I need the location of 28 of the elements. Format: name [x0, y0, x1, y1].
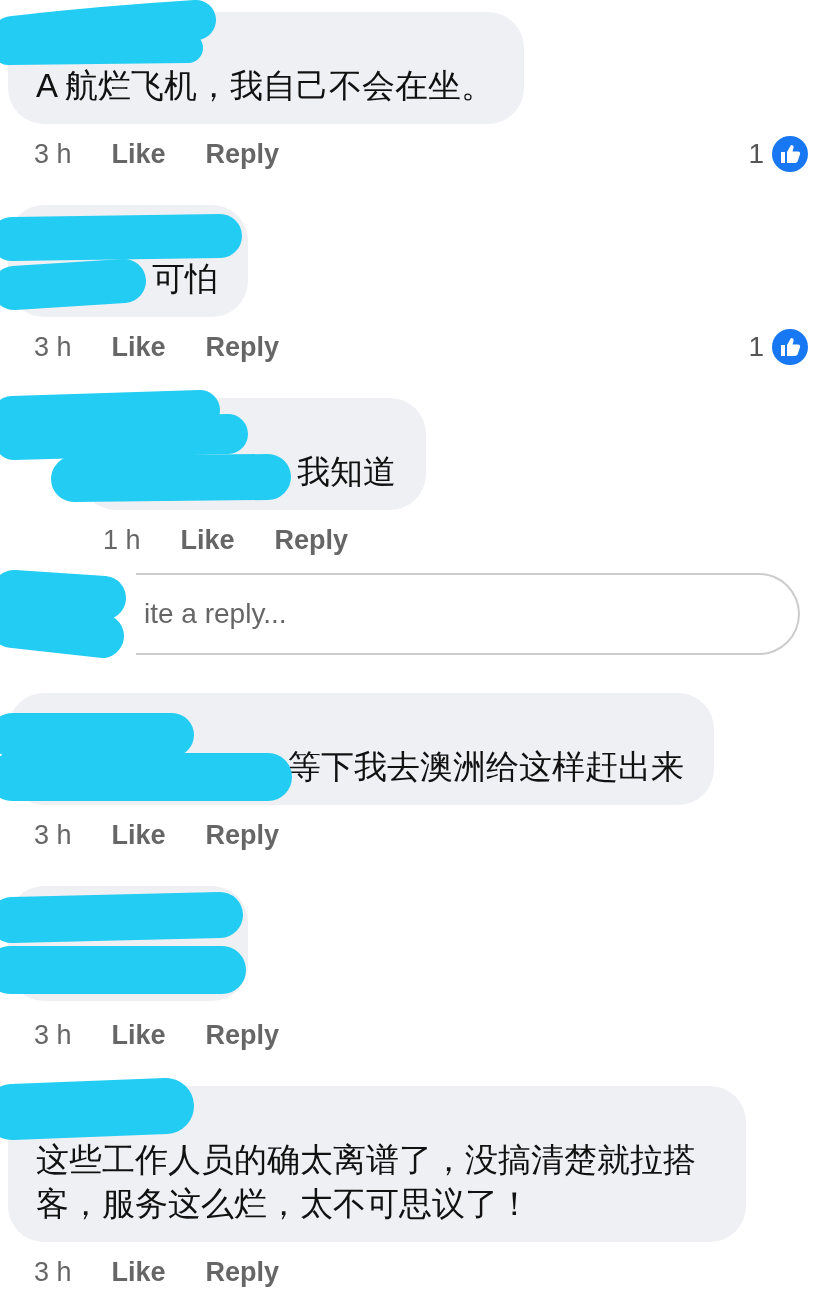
reply-field[interactable]: ite a reply...: [136, 573, 800, 655]
comment-text: A 航烂飞机，我自己不会在坐。: [36, 66, 495, 106]
comment-time: 3 h: [34, 138, 72, 170]
like-link[interactable]: Like: [111, 1019, 166, 1051]
like-link[interactable]: Like: [111, 819, 166, 851]
reply-link[interactable]: Reply: [205, 1019, 280, 1051]
thumbs-up-icon: [772, 329, 808, 365]
reply-link[interactable]: Reply: [205, 138, 280, 170]
reaction-count: 1: [748, 331, 764, 363]
reply-link[interactable]: Reply: [205, 1256, 280, 1288]
reaction-count: 1: [748, 138, 764, 170]
reply-link[interactable]: Reply: [205, 331, 280, 363]
thumbs-up-icon: [772, 136, 808, 172]
comment-time: 3 h: [34, 1019, 72, 1051]
like-link[interactable]: Like: [111, 331, 166, 363]
comment-time: 3 h: [34, 331, 72, 363]
comment-text: 等下我去澳洲给这样赶出来: [288, 747, 684, 787]
comment-time: 1 h: [103, 524, 141, 556]
comment-text: 这些工作人员的确太离谱了，没搞清楚就拉搭客，服务这么烂，太不可思议了！: [36, 1140, 697, 1224]
reply-link[interactable]: Reply: [205, 819, 280, 851]
comment-time: 3 h: [34, 819, 72, 851]
like-link[interactable]: Like: [111, 1256, 166, 1288]
like-link[interactable]: Like: [180, 524, 235, 556]
comment-time: 3 h: [34, 1256, 72, 1288]
like-link[interactable]: Like: [111, 138, 166, 170]
comment-text: 可怕: [152, 259, 218, 299]
reply-link[interactable]: Reply: [274, 524, 349, 556]
comment-text: 我知道: [297, 452, 396, 492]
